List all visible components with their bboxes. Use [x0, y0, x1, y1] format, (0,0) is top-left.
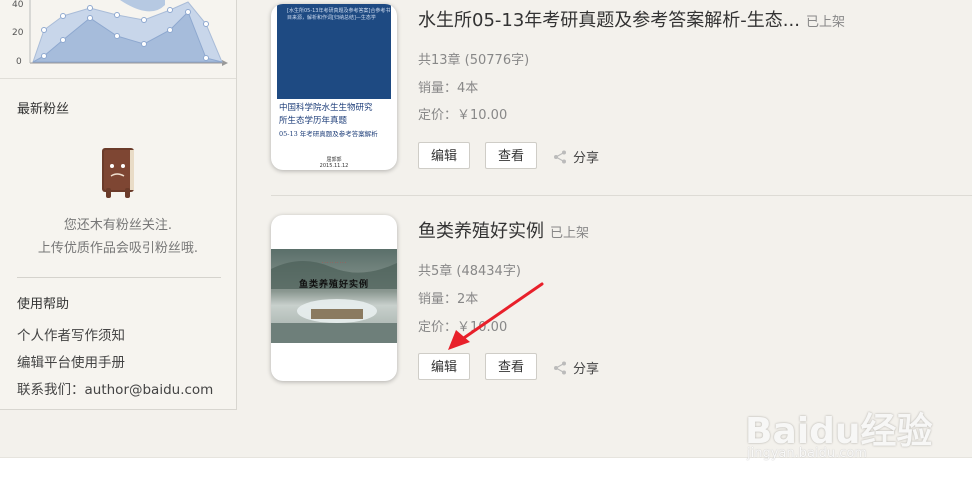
- chart-y-tick: 0: [16, 57, 22, 67]
- cover-title-line: 05-13 年考研真题及参考答案解析: [279, 130, 378, 138]
- sidebar: 40 20 0 最新粉丝 您还木有粉丝关注. 上传优质作品会吸引粉丝哦. 使用帮…: [0, 0, 237, 410]
- cover-title: 中国科学院水生生物研究 所生态学历年真题 05-13 年考研真题及参考答案解析: [279, 102, 391, 141]
- share-label: 分享: [573, 362, 600, 377]
- cover-photo: · · · · · · · · · ·: [271, 249, 397, 343]
- book-title[interactable]: 水生所05-13年考研真题及参考答案解析-生态... 已上架: [418, 6, 845, 32]
- annotation-arrow-icon: [448, 282, 544, 350]
- stats-chart-svg: [29, 0, 228, 66]
- svg-text:· · · · · · · · · ·: · · · · · · · · · ·: [322, 260, 346, 265]
- chart-y-tick: 20: [12, 28, 24, 38]
- book-chapters: 共13章 (50776字): [418, 53, 530, 68]
- help-link-contact[interactable]: 联系我们：author@baidu.com: [17, 378, 213, 398]
- cover-top-text: [水生所05-13年考研真题及参考答案]合参考书目来源，解析和作词[归纳总结]—…: [287, 8, 391, 21]
- book-chapters: 共5章 (48434字): [418, 264, 521, 279]
- book-divider: [271, 195, 972, 196]
- sidebar-divider: [17, 277, 221, 278]
- book-price: 定价：￥10.00: [418, 108, 508, 123]
- book-status-badge: 已上架: [550, 226, 590, 241]
- share-button[interactable]: 分享: [553, 358, 599, 377]
- watermark-url: jingyan.baidu.com: [747, 446, 867, 461]
- help-link-platform-manual[interactable]: 编辑平台使用手册: [17, 351, 125, 371]
- chart-y-tick: 40: [12, 0, 24, 10]
- help-title: 使用帮助: [17, 297, 70, 312]
- help-link-writing-guide[interactable]: 个人作者写作须知: [17, 324, 125, 344]
- book-cover[interactable]: [水生所05-13年考研真题及参考答案]合参考书目来源，解析和作词[归纳总结]—…: [271, 4, 397, 170]
- share-icon: [554, 361, 566, 374]
- sad-book-icon: [102, 148, 134, 198]
- edit-button[interactable]: 编辑: [418, 142, 470, 169]
- fans-empty-line: 上传优质作品会吸引粉丝哦.: [37, 241, 199, 256]
- stats-chart: 40 20 0: [0, 0, 236, 79]
- cover-header: [水生所05-13年考研真题及参考答案]合参考书目来源，解析和作词[归纳总结]—…: [277, 4, 391, 99]
- fans-title: 最新粉丝: [17, 102, 70, 117]
- cover-date: 2015.11.12: [319, 163, 349, 169]
- cover-title-line: 所生态学历年真题: [279, 116, 348, 126]
- cover-title: 鱼类养殖好实例: [298, 280, 369, 290]
- share-button[interactable]: 分享: [553, 147, 599, 166]
- share-icon: [554, 150, 566, 163]
- book-title-text[interactable]: 水生所05-13年考研真题及参考答案解析-生态...: [418, 10, 800, 31]
- view-button[interactable]: 查看: [485, 142, 537, 169]
- cover-title-line: 中国科学院水生生物研究: [279, 103, 373, 113]
- book-title-text[interactable]: 鱼类养殖好实例: [418, 221, 544, 242]
- share-label: 分享: [573, 151, 600, 166]
- book-sales: 销量：4本: [418, 81, 479, 96]
- book-status-badge: 已上架: [805, 15, 845, 30]
- fans-empty-line: 您还木有粉丝关注.: [63, 218, 173, 233]
- book-title[interactable]: 鱼类养殖好实例 已上架: [418, 217, 589, 243]
- book-cover[interactable]: · · · · · · · · · · 鱼类养殖好实例: [271, 215, 397, 381]
- cover-author: 屈郭郭 2015.11.12: [271, 157, 397, 169]
- baidu-jingyan-watermark: Baidu经验 jingyan.baidu.com: [745, 402, 965, 472]
